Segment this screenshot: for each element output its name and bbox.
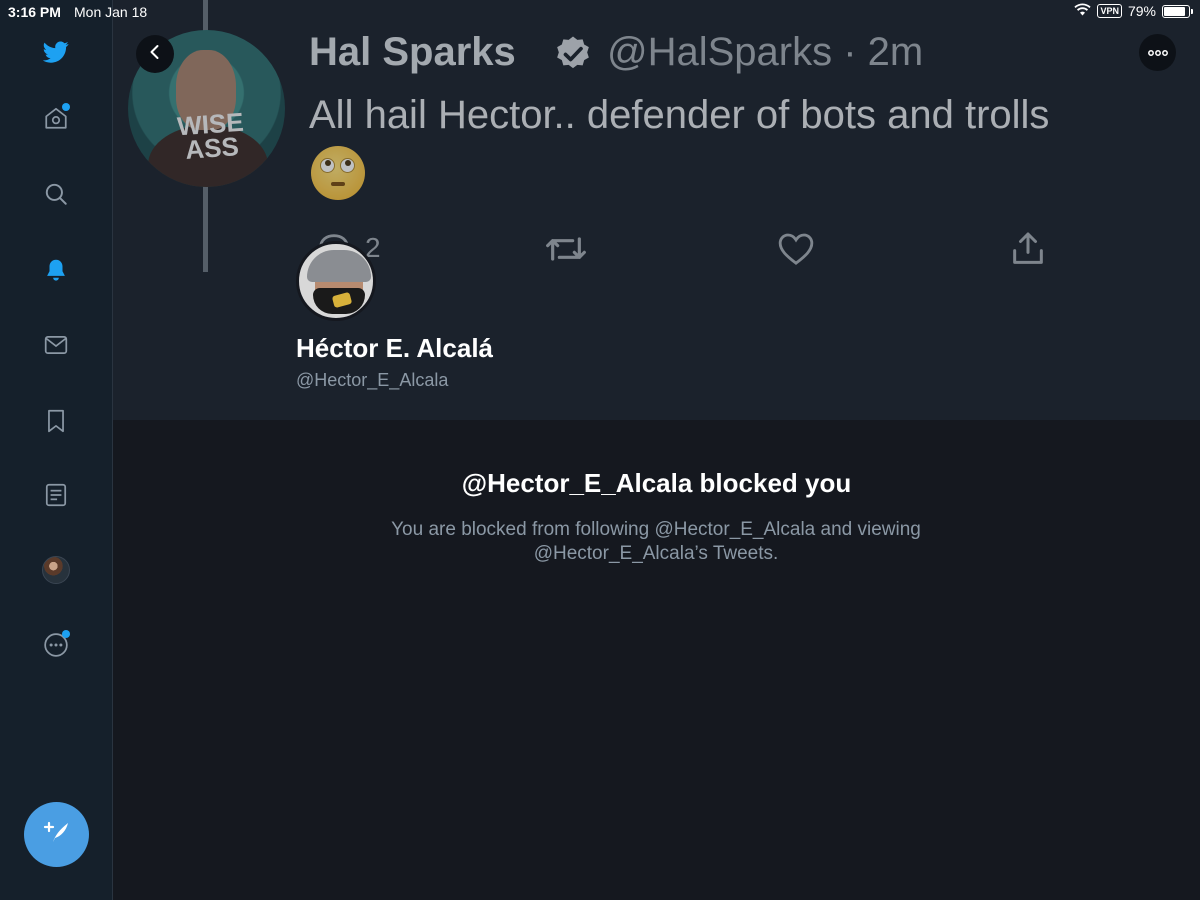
profile-avatar-icon[interactable] [41,555,71,585]
wifi-icon [1074,3,1092,19]
status-time: 3:16 PM [8,4,61,20]
battery-fill [1164,6,1185,16]
blocked-description-line1: You are blocked from following @Hector_E… [391,519,921,540]
avatar-mask [313,288,365,314]
verified-badge-icon [553,34,593,79]
profile-avatar[interactable] [296,241,376,321]
profile-handle: @Hector_E_Alcala [296,370,449,390]
bell-icon[interactable] [41,255,71,285]
vpn-badge: VPN [1097,4,1122,18]
status-date: Mon Jan 18 [74,4,148,20]
like-button[interactable] [771,228,821,274]
emoji-eye [340,158,355,173]
tweet-text: All hail Hector.. defender of bots and t… [309,93,1050,137]
notification-dot [62,103,70,111]
home-icon[interactable] [41,103,71,133]
share-button[interactable] [1003,228,1053,274]
rolling-eyes-emoji-icon [311,146,365,200]
search-icon[interactable] [41,179,71,209]
status-right: VPN 79% [1074,3,1193,19]
lists-icon[interactable] [41,480,71,510]
avatar [42,556,70,584]
compose-tweet-button[interactable] [24,802,89,867]
heart-icon [775,229,817,274]
tweet-background: WISE ASS Hal Sparks @HalSparks · 2m All … [113,0,1200,420]
blocked-description: You are blocked from following @Hector_E… [356,518,956,566]
retweet-icon [544,229,588,274]
tweet-author-name[interactable]: Hal Sparks [309,30,516,75]
blocked-description-line2: @Hector_E_Alcala’s Tweets. [533,543,779,564]
compose-tweet-icon [41,816,73,853]
tweet-author-handle: @HalSparks · 2m [607,30,924,74]
status-bar: 3:16 PM Mon Jan 18 VPN 79% [0,0,1200,24]
battery-icon [1162,4,1193,18]
share-icon [1007,229,1049,274]
retweet-button[interactable] [541,228,591,274]
chevron-left-icon [146,43,164,66]
emoji-eye [320,158,335,173]
mail-icon[interactable] [41,330,71,360]
avatar-text: WISE ASS [176,107,246,165]
dimmed-tweet: WISE ASS Hal Sparks @HalSparks · 2m All … [113,0,1200,420]
avatar-text-line2: ASS [184,131,240,165]
profile-name: Héctor E. Alcalá [296,333,494,363]
more-horizontal-icon [1147,44,1169,62]
bookmark-icon[interactable] [41,406,71,436]
blocked-title: @Hector_E_Alcala blocked you [461,468,852,498]
sidebar [0,0,113,900]
battery-percent: 79% [1127,3,1156,19]
more-icon[interactable] [41,630,71,660]
notification-dot [62,630,70,638]
avatar-hat [307,250,371,282]
more-options-button[interactable] [1139,34,1176,71]
emoji-mouth [331,182,345,186]
twitter-bird-icon[interactable] [41,37,71,67]
back-button[interactable] [136,35,174,73]
